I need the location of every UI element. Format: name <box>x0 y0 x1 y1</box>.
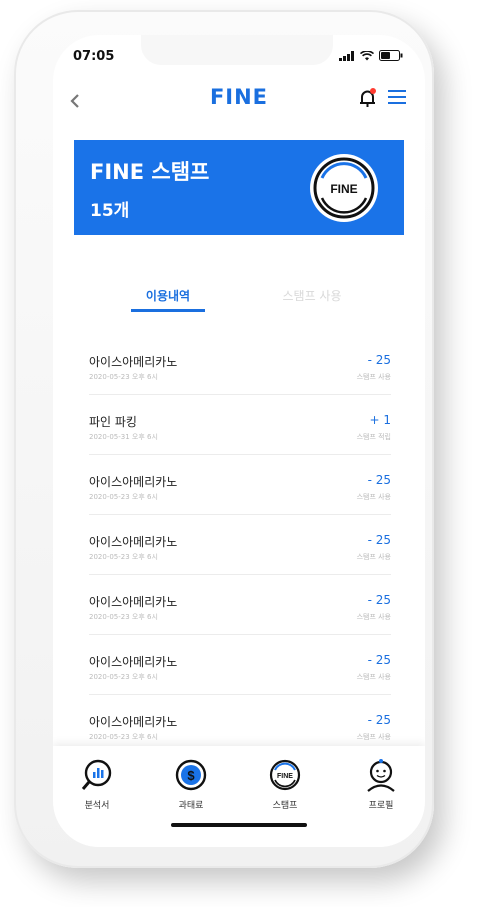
nav-analysis[interactable]: 분석서 <box>67 758 127 811</box>
list-item[interactable]: 파인 파킹 2020-05-31 오후 6시 + 1 스탬프 적립 <box>89 395 391 455</box>
item-amount: - 25 <box>367 533 391 547</box>
item-date: 2020-05-31 오후 6시 <box>89 433 158 441</box>
svg-text:FINE: FINE <box>330 182 357 196</box>
nav-profile[interactable]: 프로필 <box>351 758 411 811</box>
item-type: 스탬프 사용 <box>356 733 391 741</box>
nav-label: 스탬프 <box>272 801 298 811</box>
item-amount: - 25 <box>367 593 391 607</box>
notification-button[interactable] <box>357 87 379 113</box>
battery-icon <box>379 50 403 61</box>
item-name: 아이스아메리카노 <box>89 655 178 669</box>
wifi-icon <box>360 50 374 60</box>
tab-stamp-use[interactable]: 스탬프 사용 <box>275 287 349 304</box>
item-amount: - 25 <box>367 473 391 487</box>
item-type: 스탬프 사용 <box>356 553 391 561</box>
app-screen: 07:05 FINE FINE 스탬프 15개 FINE 이용내역 스탬프 사용… <box>53 35 425 847</box>
home-indicator <box>171 823 307 827</box>
notch <box>141 35 333 65</box>
item-type: 스탬프 사용 <box>356 493 391 501</box>
bottom-nav: 분석서 $ 과태료 FINE 스탬프 프로필 <box>53 746 425 847</box>
signal-icon <box>339 50 354 61</box>
history-list: 아이스아메리카노 2020-05-23 오후 6시 - 25 스탬프 사용 파인… <box>89 335 391 755</box>
stamp-banner: FINE 스탬프 15개 FINE <box>74 140 404 235</box>
profile-icon <box>367 759 395 792</box>
stamp-count: 15개 <box>90 201 130 221</box>
svg-text:FINE: FINE <box>277 773 293 780</box>
tab-history[interactable]: 이용내역 <box>131 287 205 304</box>
item-name: 아이스아메리카노 <box>89 475 178 489</box>
item-type: 스탬프 적립 <box>356 433 391 441</box>
nav-fine-payment[interactable]: $ 과태료 <box>161 758 221 811</box>
nav-label: 분석서 <box>84 801 110 811</box>
item-type: 스탬프 사용 <box>356 673 391 681</box>
banner-title: FINE 스탬프 <box>90 160 210 184</box>
item-name: 아이스아메리카노 <box>89 535 178 549</box>
list-item[interactable]: 아이스아메리카노 2020-05-23 오후 6시 - 25 스탬프 사용 <box>89 455 391 515</box>
status-icons <box>339 50 403 61</box>
analysis-icon <box>81 759 112 790</box>
item-name: 아이스아메리카노 <box>89 595 178 609</box>
item-date: 2020-05-23 오후 6시 <box>89 733 158 741</box>
item-amount: + 1 <box>369 413 391 427</box>
item-date: 2020-05-23 오후 6시 <box>89 553 158 561</box>
item-date: 2020-05-23 오후 6시 <box>89 673 158 681</box>
fine-stamp-icon: FINE <box>313 157 375 219</box>
nav-label: 프로필 <box>368 801 394 811</box>
status-time: 07:05 <box>73 49 115 64</box>
item-amount: - 25 <box>367 353 391 367</box>
hamburger-icon <box>388 90 406 104</box>
item-amount: - 25 <box>367 713 391 727</box>
item-type: 스탬프 사용 <box>356 373 391 381</box>
phone-frame: 07:05 FINE FINE 스탬프 15개 FINE 이용내역 스탬프 사용… <box>14 10 434 868</box>
item-amount: - 25 <box>367 653 391 667</box>
item-name: 파인 파킹 <box>89 415 137 429</box>
item-name: 아이스아메리카노 <box>89 715 178 729</box>
item-name: 아이스아메리카노 <box>89 355 178 369</box>
menu-button[interactable] <box>388 89 406 109</box>
item-date: 2020-05-23 오후 6시 <box>89 373 158 381</box>
fine-stamp-badge: FINE <box>310 154 378 222</box>
stamp-icon: FINE <box>269 759 301 791</box>
item-date: 2020-05-23 오후 6시 <box>89 493 158 501</box>
fine-payment-icon: $ <box>175 759 207 791</box>
item-date: 2020-05-23 오후 6시 <box>89 613 158 621</box>
nav-stamp[interactable]: FINE 스탬프 <box>255 758 315 811</box>
list-item[interactable]: 아이스아메리카노 2020-05-23 오후 6시 - 25 스탬프 사용 <box>89 575 391 635</box>
svg-text:$: $ <box>187 768 195 783</box>
list-item[interactable]: 아이스아메리카노 2020-05-23 오후 6시 - 25 스탬프 사용 <box>89 515 391 575</box>
list-item[interactable]: 아이스아메리카노 2020-05-23 오후 6시 - 25 스탬프 사용 <box>89 635 391 695</box>
bell-icon <box>360 88 376 107</box>
tab-active-indicator <box>131 309 205 312</box>
item-type: 스탬프 사용 <box>356 613 391 621</box>
list-item[interactable]: 아이스아메리카노 2020-05-23 오후 6시 - 25 스탬프 사용 <box>89 335 391 395</box>
nav-label: 과태료 <box>178 801 204 811</box>
